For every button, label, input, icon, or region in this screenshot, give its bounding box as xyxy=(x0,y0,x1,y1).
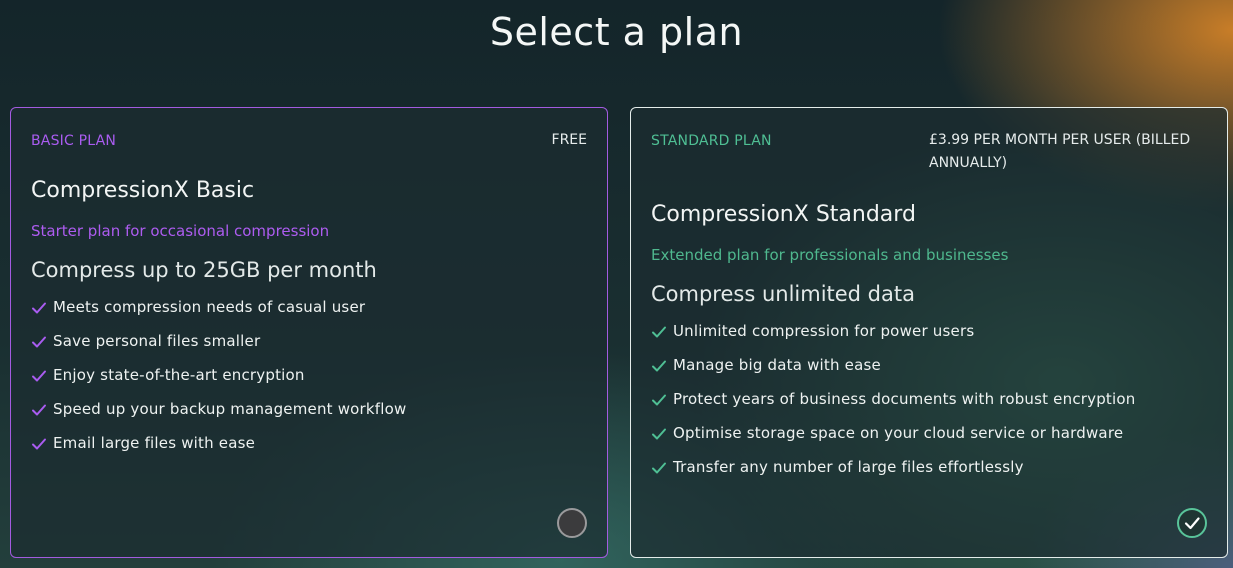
feature-text: Speed up your backup management workflow xyxy=(53,400,407,418)
check-icon xyxy=(32,370,46,382)
feature-text: Enjoy state-of-the-art encryption xyxy=(53,366,305,384)
feature-list: Unlimited compression for power users Ma… xyxy=(651,322,1135,492)
feature-text: Unlimited compression for power users xyxy=(673,322,975,340)
feature-item: Transfer any number of large files effor… xyxy=(651,458,1135,492)
check-icon xyxy=(32,302,46,314)
plan-name: CompressionX Basic xyxy=(31,178,255,203)
feature-item: Manage big data with ease xyxy=(651,356,1135,390)
feature-item: Enjoy state-of-the-art encryption xyxy=(31,366,407,400)
feature-item: Protect years of business documents with… xyxy=(651,390,1135,424)
plan-card-basic[interactable]: BASIC PLAN FREE CompressionX Basic Start… xyxy=(10,107,608,558)
feature-text: Manage big data with ease xyxy=(673,356,881,374)
check-icon xyxy=(32,404,46,416)
check-icon xyxy=(32,336,46,348)
feature-item: Email large files with ease xyxy=(31,434,407,468)
check-icon xyxy=(652,462,666,474)
feature-item: Unlimited compression for power users xyxy=(651,322,1135,356)
plan-name: CompressionX Standard xyxy=(651,202,916,227)
checkmark-icon xyxy=(1184,517,1200,530)
check-icon xyxy=(652,428,666,440)
plan-label: BASIC PLAN xyxy=(31,133,117,149)
feature-text: Optimise storage space on your cloud ser… xyxy=(673,424,1124,442)
check-icon xyxy=(652,326,666,338)
feature-text: Meets compression needs of casual user xyxy=(53,298,366,316)
plan-select-radio-selected[interactable] xyxy=(1177,508,1207,538)
plan-description: Extended plan for professionals and busi… xyxy=(651,246,1009,264)
feature-item: Save personal files smaller xyxy=(31,332,407,366)
feature-item: Meets compression needs of casual user xyxy=(31,298,407,332)
feature-text: Email large files with ease xyxy=(53,434,256,452)
feature-list: Meets compression needs of casual user S… xyxy=(31,298,407,468)
check-icon xyxy=(32,438,46,450)
feature-text: Protect years of business documents with… xyxy=(673,390,1136,408)
plan-description: Starter plan for occasional compression xyxy=(31,222,330,240)
check-icon xyxy=(652,360,666,372)
plan-headline: Compress up to 25GB per month xyxy=(31,258,377,282)
plan-price: £3.99 PER MONTH PER USER (BILLED ANNUALL… xyxy=(929,132,1191,171)
page-title: Select a plan xyxy=(489,10,744,54)
feature-text: Save personal files smaller xyxy=(53,332,261,350)
plan-label: STANDARD PLAN xyxy=(651,133,772,149)
plan-headline: Compress unlimited data xyxy=(651,282,915,306)
plan-select-radio-unselected[interactable] xyxy=(557,508,587,538)
check-icon xyxy=(652,394,666,406)
feature-item: Optimise storage space on your cloud ser… xyxy=(651,424,1135,458)
plan-card-standard[interactable]: STANDARD PLAN £3.99 PER MONTH PER USER (… xyxy=(630,107,1228,558)
feature-item: Speed up your backup management workflow xyxy=(31,400,407,434)
feature-text: Transfer any number of large files effor… xyxy=(673,458,1024,476)
plan-price: FREE xyxy=(551,132,587,148)
